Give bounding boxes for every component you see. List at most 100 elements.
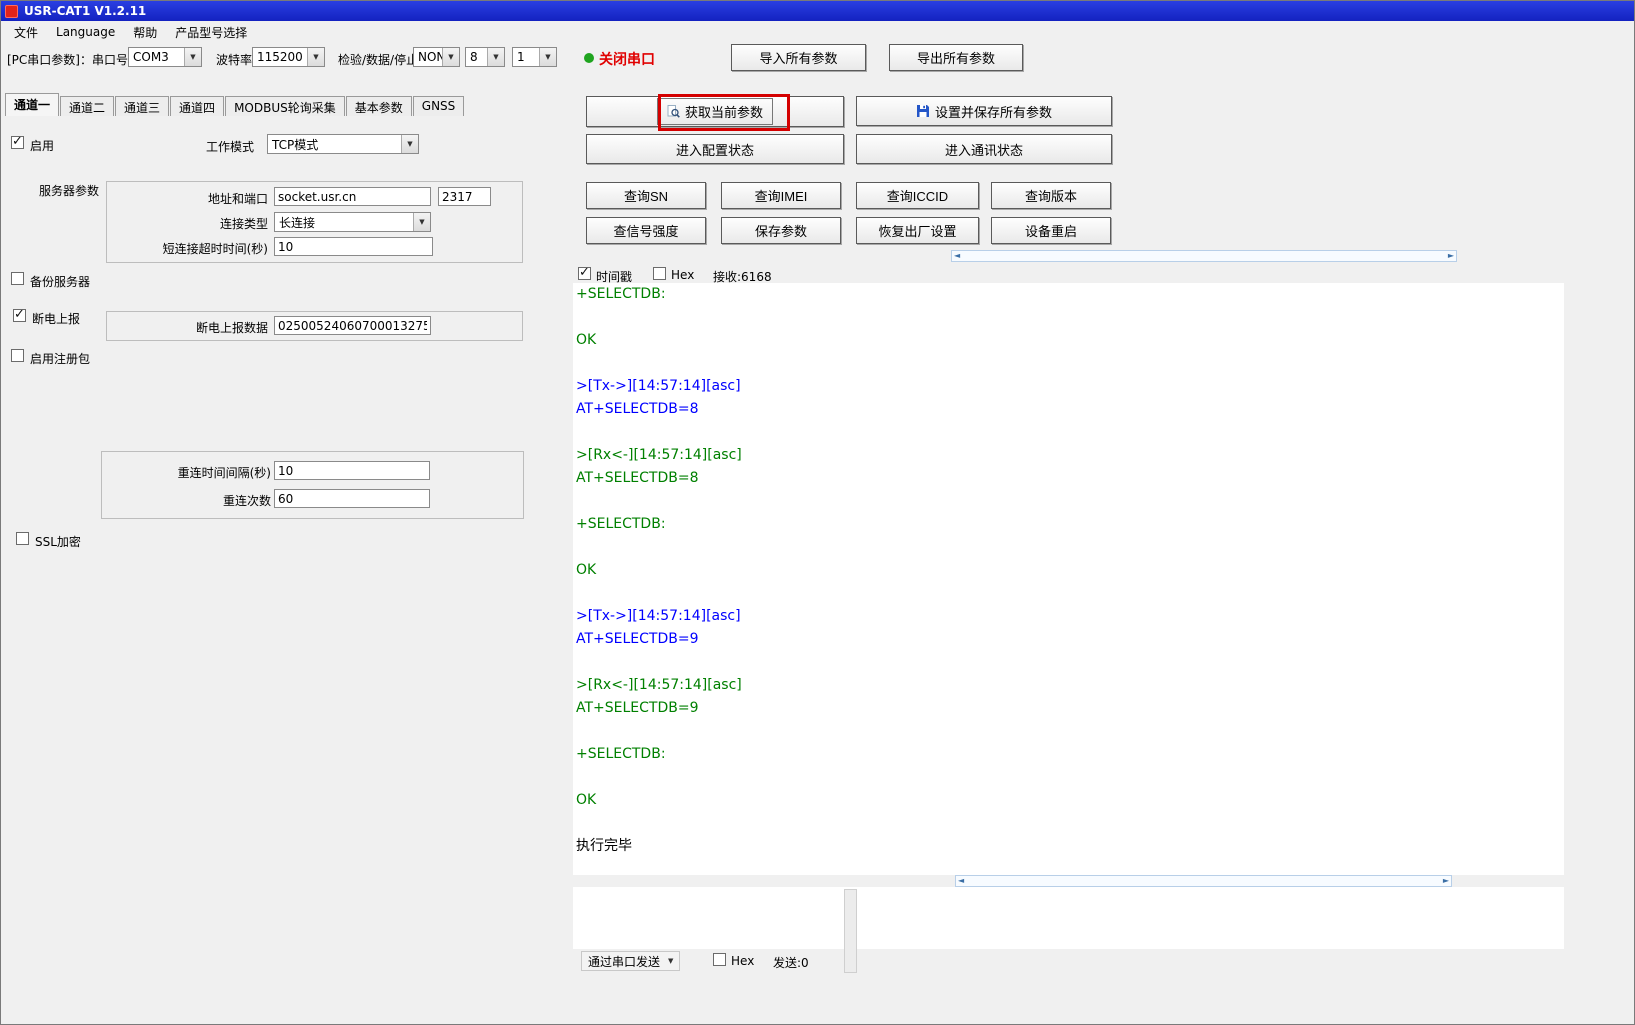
receive-top-scrollbar[interactable]: ◄ ► <box>951 250 1457 262</box>
server-address-input[interactable] <box>274 187 431 206</box>
enter-config-state-button[interactable]: 进入配置状态 <box>586 134 844 164</box>
menu-file[interactable]: 文件 <box>5 21 47 44</box>
enable-checkbox[interactable] <box>11 136 24 149</box>
log-line: AT+SELECTDB=8 <box>576 467 1564 490</box>
menu-help[interactable]: 帮助 <box>124 21 166 44</box>
work-mode-label: 工作模式 <box>206 138 254 155</box>
parity-value: NONI <box>414 49 442 65</box>
chevron-down-icon[interactable]: ▼ <box>307 48 324 66</box>
chevron-down-icon[interactable]: ▼ <box>539 48 556 66</box>
log-line: OK <box>576 329 1564 352</box>
query-iccid-button[interactable]: 查询ICCID <box>856 182 979 209</box>
log-line: >[Rx<-][14:57:14][asc] <box>576 444 1564 467</box>
power-off-report-label: 断电上报 <box>32 310 80 327</box>
log-line <box>576 421 1564 444</box>
receive-log[interactable]: +SELECTDB: OK >[Tx->][14:57:14][asc] AT+… <box>573 283 1564 875</box>
enter-comm-state-button[interactable]: 进入通讯状态 <box>856 134 1112 164</box>
send-via-serial-dropdown[interactable]: 通过串口发送 ▼ <box>581 951 680 971</box>
enable-label: 启用 <box>30 137 54 154</box>
set-save-all-label: 设置并保存所有参数 <box>935 102 1052 121</box>
get-current-params-button[interactable]: 获取当前参数 <box>586 96 844 127</box>
menu-bar: 文件 Language 帮助 产品型号选择 <box>1 21 1634 43</box>
send-hex-label: Hex <box>731 954 754 968</box>
baud-select[interactable]: 115200 ▼ <box>252 47 325 67</box>
stopbits-select[interactable]: 1 ▼ <box>512 47 557 67</box>
get-current-params-focus: 获取当前参数 <box>657 98 773 125</box>
query-version-button[interactable]: 查询版本 <box>991 182 1111 209</box>
send-hex-checkbox[interactable] <box>713 953 726 966</box>
log-line: OK <box>576 559 1564 582</box>
export-all-params-button[interactable]: 导出所有参数 <box>889 44 1023 71</box>
title-bar[interactable]: USR-CAT1 V1.2.11 <box>1 1 1634 21</box>
set-save-all-button[interactable]: 设置并保存所有参数 <box>856 96 1112 126</box>
log-line <box>576 651 1564 674</box>
channel-tabs: 通道一 通道二 通道三 通道四 MODBUS轮询采集 基本参数 GNSS <box>5 93 464 116</box>
app-window: USR-CAT1 V1.2.11 文件 Language 帮助 产品型号选择 [… <box>0 0 1635 1025</box>
timestamp-checkbox[interactable] <box>578 267 591 280</box>
tab-gnss[interactable]: GNSS <box>413 96 465 116</box>
com-port-select[interactable]: COM3 ▼ <box>128 47 202 67</box>
reconnect-count-input[interactable] <box>274 489 430 508</box>
tab-modbus-polling[interactable]: MODBUS轮询采集 <box>225 96 345 116</box>
tab-channel-3[interactable]: 通道三 <box>115 96 169 116</box>
log-line: +SELECTDB: <box>576 513 1564 536</box>
send-area-scrollbar[interactable] <box>844 889 857 973</box>
chevron-down-icon[interactable]: ▼ <box>401 135 418 153</box>
tab-channel-4[interactable]: 通道四 <box>170 96 224 116</box>
query-signal-button[interactable]: 查信号强度 <box>586 217 706 244</box>
scroll-right-icon[interactable]: ► <box>1443 877 1449 885</box>
server-params-label: 服务器参数 <box>39 182 99 199</box>
conn-type-value: 长连接 <box>275 213 413 232</box>
send-count: 发送:0 <box>773 954 809 971</box>
window-title: USR-CAT1 V1.2.11 <box>24 4 146 18</box>
tab-basic-params[interactable]: 基本参数 <box>346 96 412 116</box>
parity-select[interactable]: NONI ▼ <box>413 47 460 67</box>
short-conn-timeout-label: 短连接超时时间(秒) <box>106 240 268 257</box>
receive-bottom-scrollbar[interactable]: ◄ ► <box>955 875 1452 887</box>
stopbits-value: 1 <box>513 49 539 65</box>
tab-channel-2[interactable]: 通道二 <box>60 96 114 116</box>
log-line: +SELECTDB: <box>576 283 1564 306</box>
query-sn-button[interactable]: 查询SN <box>586 182 706 209</box>
log-line: >[Rx<-][14:57:14][asc] <box>576 674 1564 697</box>
power-off-report-data-input[interactable] <box>274 316 431 335</box>
enable-regpack-checkbox[interactable] <box>11 349 24 362</box>
tab-channel-1[interactable]: 通道一 <box>5 93 59 116</box>
scroll-left-icon[interactable]: ◄ <box>954 252 960 260</box>
work-mode-select[interactable]: TCP模式 ▼ <box>267 134 419 154</box>
menu-language[interactable]: Language <box>47 22 124 42</box>
chevron-down-icon[interactable]: ▼ <box>184 48 201 66</box>
chevron-down-icon[interactable]: ▼ <box>442 48 459 66</box>
save-params-button[interactable]: 保存参数 <box>721 217 841 244</box>
short-conn-timeout-input[interactable] <box>274 237 433 256</box>
scroll-left-icon[interactable]: ◄ <box>958 877 964 885</box>
scroll-right-icon[interactable]: ► <box>1448 252 1454 260</box>
power-off-report-checkbox[interactable] <box>13 309 26 322</box>
log-line <box>576 536 1564 559</box>
send-input-area[interactable] <box>573 887 1564 949</box>
device-reboot-button[interactable]: 设备重启 <box>991 217 1111 244</box>
import-all-params-button[interactable]: 导入所有参数 <box>731 44 866 71</box>
conn-type-select[interactable]: 长连接 ▼ <box>274 212 431 232</box>
ssl-checkbox[interactable] <box>16 532 29 545</box>
conn-type-label: 连接类型 <box>116 215 268 232</box>
chevron-down-icon[interactable]: ▼ <box>487 48 504 66</box>
log-line: AT+SELECTDB=9 <box>576 628 1564 651</box>
pc-serial-params-label: [PC串口参数]：串口号 <box>7 51 128 68</box>
server-port-input[interactable] <box>438 187 491 206</box>
factory-reset-button[interactable]: 恢复出厂设置 <box>856 217 979 244</box>
backup-server-checkbox[interactable] <box>11 272 24 285</box>
menu-product-model[interactable]: 产品型号选择 <box>166 21 256 44</box>
query-imei-button[interactable]: 查询IMEI <box>721 182 841 209</box>
databits-select[interactable]: 8 ▼ <box>465 47 505 67</box>
log-line: OK <box>576 789 1564 812</box>
log-line <box>576 352 1564 375</box>
log-line <box>576 720 1564 743</box>
port-open-status-icon <box>584 53 594 63</box>
log-line <box>576 766 1564 789</box>
reconnect-interval-input[interactable] <box>274 461 430 480</box>
receive-hex-checkbox[interactable] <box>653 267 666 280</box>
close-port-button[interactable]: 关闭串口 <box>599 49 655 69</box>
chevron-down-icon[interactable]: ▼ <box>413 213 430 231</box>
ssl-label: SSL加密 <box>35 533 81 550</box>
